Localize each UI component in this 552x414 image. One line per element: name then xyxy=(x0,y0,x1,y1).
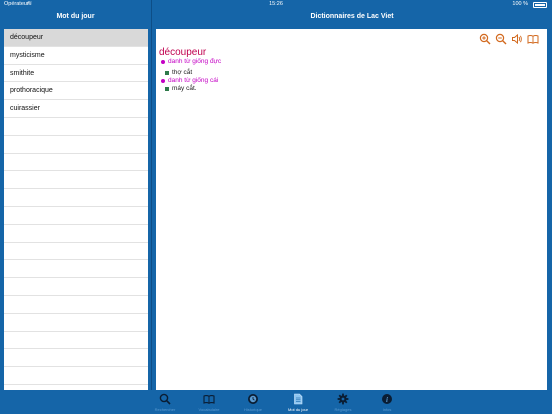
tab-word-of-the-day[interactable]: Mot du jour xyxy=(273,390,323,414)
headword: découpeur xyxy=(159,47,207,58)
gear-icon xyxy=(337,393,349,405)
document-icon xyxy=(294,393,303,405)
empty-row xyxy=(4,154,148,172)
empty-row xyxy=(4,278,148,296)
empty-row xyxy=(4,332,148,350)
definition: máy cắt. xyxy=(159,85,221,93)
tab-label: Réglages xyxy=(334,407,352,412)
definition: thợ cắt xyxy=(159,69,221,77)
zoom-out-icon[interactable] xyxy=(495,33,507,45)
word-list-item[interactable]: smithite xyxy=(4,65,148,83)
svg-text:i: i xyxy=(386,396,388,404)
empty-row xyxy=(4,243,148,261)
tab-label: Mot du jour xyxy=(287,407,308,412)
tab-label: Historique xyxy=(243,407,262,412)
bullet-icon xyxy=(161,79,165,83)
empty-row xyxy=(4,136,148,154)
part-of-speech-label: danh từ giống cái xyxy=(168,77,219,84)
empty-row xyxy=(4,349,148,368)
word-list: découpeur mysticisme smithite prothoraci… xyxy=(4,29,148,390)
square-bullet-icon xyxy=(165,87,169,91)
part-of-speech-label: danh từ giống đực xyxy=(168,58,222,65)
word-list-item[interactable]: prothoracique xyxy=(4,82,148,101)
empty-row xyxy=(4,296,148,314)
battery-icon xyxy=(533,2,547,8)
speaker-icon[interactable] xyxy=(511,33,523,45)
definition-toolbar xyxy=(479,33,539,45)
battery-percent: 100 % xyxy=(512,1,528,7)
tab-search[interactable]: Rechercher xyxy=(140,390,190,414)
tab-settings[interactable]: Réglages xyxy=(318,390,368,414)
empty-row xyxy=(4,260,148,279)
empty-row xyxy=(4,171,148,190)
bullet-icon xyxy=(161,60,165,64)
empty-row xyxy=(4,118,148,136)
empty-row xyxy=(4,189,148,207)
empty-row xyxy=(4,314,148,332)
empty-row xyxy=(4,207,148,225)
book-icon xyxy=(203,395,215,404)
part-of-speech: danh từ giống đực xyxy=(159,58,221,66)
dictionary-entry: découpeur danh từ giống đực thợ cắt danh… xyxy=(159,47,221,93)
clock: 15:26 xyxy=(269,1,283,7)
part-of-speech: danh từ giống cái xyxy=(159,77,221,85)
word-list-item[interactable]: cuirassier xyxy=(4,100,148,118)
word-list-item[interactable]: mysticisme xyxy=(4,47,148,65)
zoom-in-icon[interactable] xyxy=(479,33,491,45)
square-bullet-icon xyxy=(165,71,169,75)
info-icon: i xyxy=(382,394,392,404)
definition-text: thợ cắt xyxy=(172,69,193,76)
definition-text: máy cắt. xyxy=(172,85,197,92)
definition-panel: découpeur danh từ giống đực thợ cắt danh… xyxy=(156,29,547,390)
status-bar: Opérateur ≋ 15:26 100 % xyxy=(0,0,552,9)
right-panel-title: Dictionnaires de Lac Viet xyxy=(310,13,394,20)
empty-row xyxy=(4,367,148,385)
empty-row xyxy=(4,225,148,243)
split-divider xyxy=(151,0,152,390)
left-panel-title: Mot du jour xyxy=(56,13,95,20)
tab-vocabulary[interactable]: Vocabulaire xyxy=(184,390,234,414)
search-icon xyxy=(159,393,171,405)
tab-label: Infos xyxy=(382,407,392,412)
history-icon xyxy=(248,394,258,404)
tab-label: Rechercher xyxy=(154,407,176,412)
tab-bar: Rechercher Vocabulaire Historique Mot du… xyxy=(0,390,552,414)
word-list-item[interactable]: découpeur xyxy=(4,29,148,47)
tab-info[interactable]: i Infos xyxy=(362,390,412,414)
book-icon[interactable] xyxy=(527,33,539,45)
tab-history[interactable]: Historique xyxy=(228,390,278,414)
tab-label: Vocabulaire xyxy=(198,407,220,412)
